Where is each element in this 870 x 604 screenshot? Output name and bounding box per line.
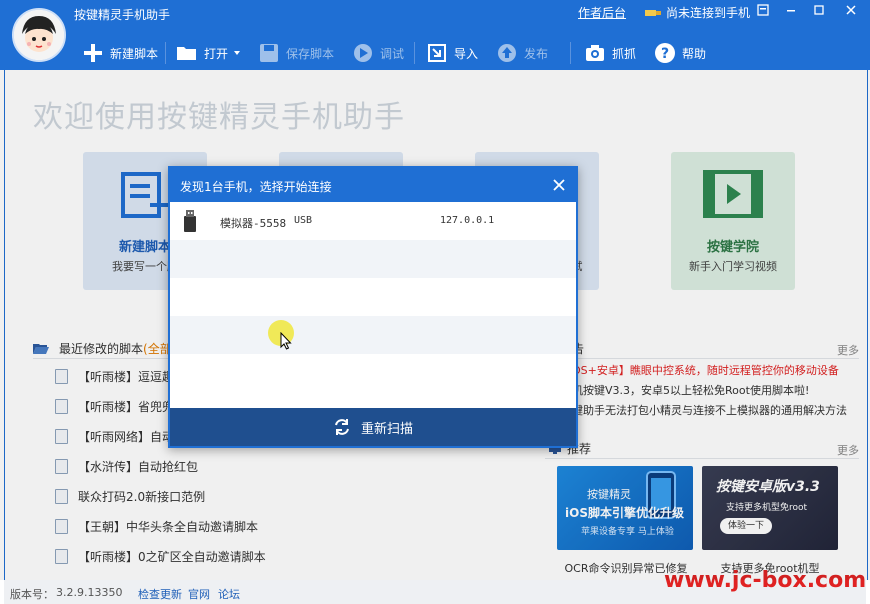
open-label: 打开 <box>204 46 229 61</box>
help-button[interactable]: ? 帮助 <box>654 40 706 66</box>
device-connect-dialog: 发现1台手机，选择开始连接 模拟器-5558 USB 127.0.0.1 重新扫… <box>168 166 578 448</box>
device-ip: 127.0.0.1 <box>440 215 495 226</box>
empty-row <box>170 240 576 278</box>
save-script-button[interactable]: 保存脚本 <box>258 40 334 66</box>
refresh-icon <box>335 419 349 435</box>
folder-icon <box>177 47 196 60</box>
publish-button[interactable]: 发布 <box>496 40 548 66</box>
import-button[interactable]: 导入 <box>426 40 478 66</box>
forum-link[interactable]: 论坛 <box>218 586 240 602</box>
toolbar-separator <box>414 42 415 64</box>
usb-drive-icon <box>184 210 196 232</box>
minimize-button[interactable] <box>778 3 804 21</box>
title-bar: 按键精灵手机助手 作者后台 尚未连接到手机 新建脚本 打开 保存脚本 调试 导入… <box>0 0 870 70</box>
menu-button[interactable] <box>750 3 776 21</box>
device-name: 模拟器-5558 <box>220 217 287 230</box>
open-button[interactable]: 打开 <box>176 40 241 66</box>
new-script-button[interactable]: 新建脚本 <box>82 40 158 66</box>
menu-icon <box>757 4 769 16</box>
version-number: 3.2.9.13350 <box>56 586 123 599</box>
dialog-title-bar: 发现1台手机，选择开始连接 <box>170 168 576 202</box>
maximize-button[interactable] <box>806 3 832 21</box>
toolbar-separator <box>570 42 571 64</box>
publish-label: 发布 <box>524 46 549 61</box>
debug-label: 调试 <box>380 46 405 61</box>
minimize-icon <box>787 10 795 12</box>
rescan-label: 重新扫描 <box>360 421 413 437</box>
dialog-title: 发现1台手机，选择开始连接 <box>180 180 332 194</box>
avatar[interactable] <box>12 8 66 62</box>
mouse-cursor-icon <box>280 332 292 350</box>
camera-icon <box>586 45 604 61</box>
rescan-button[interactable]: 重新扫描 <box>170 408 576 446</box>
svg-text:?: ? <box>661 46 669 62</box>
device-row[interactable]: 模拟器-5558 USB 127.0.0.1 <box>170 202 576 240</box>
connection-status-text: 尚未连接到手机 <box>666 6 751 20</box>
check-update-link[interactable]: 检查更新 <box>138 586 182 602</box>
capture-label: 抓抓 <box>612 46 637 61</box>
app-title: 按键精灵手机助手 <box>74 8 171 22</box>
plus-icon <box>84 44 102 62</box>
new-script-label: 新建脚本 <box>110 46 159 61</box>
close-icon <box>846 5 856 15</box>
play-icon <box>354 44 372 62</box>
empty-row <box>170 354 576 392</box>
avatar-icon <box>14 10 64 60</box>
upload-icon <box>498 44 516 62</box>
save-icon <box>260 44 278 62</box>
empty-row <box>170 316 576 354</box>
website-link[interactable]: 官网 <box>188 586 210 602</box>
author-backend-link[interactable]: 作者后台 <box>578 4 626 21</box>
close-window-button[interactable] <box>838 3 864 21</box>
import-label: 导入 <box>454 46 479 61</box>
help-icon: ? <box>655 43 675 63</box>
chevron-down-icon <box>234 51 241 55</box>
capture-button[interactable]: 抓抓 <box>584 40 636 66</box>
empty-row <box>170 278 576 316</box>
version-label: 版本号： <box>10 588 54 601</box>
dialog-close-button[interactable] <box>550 176 568 194</box>
debug-button[interactable]: 调试 <box>352 40 404 66</box>
device-type: USB <box>294 215 313 226</box>
maximize-icon <box>814 5 824 15</box>
toolbar-separator <box>165 42 166 64</box>
import-icon <box>428 44 446 62</box>
save-label: 保存脚本 <box>286 46 335 61</box>
close-icon <box>553 179 565 191</box>
usb-plug-icon <box>645 9 661 16</box>
help-label: 帮助 <box>682 46 707 61</box>
connection-status[interactable]: 尚未连接到手机 <box>644 4 750 21</box>
